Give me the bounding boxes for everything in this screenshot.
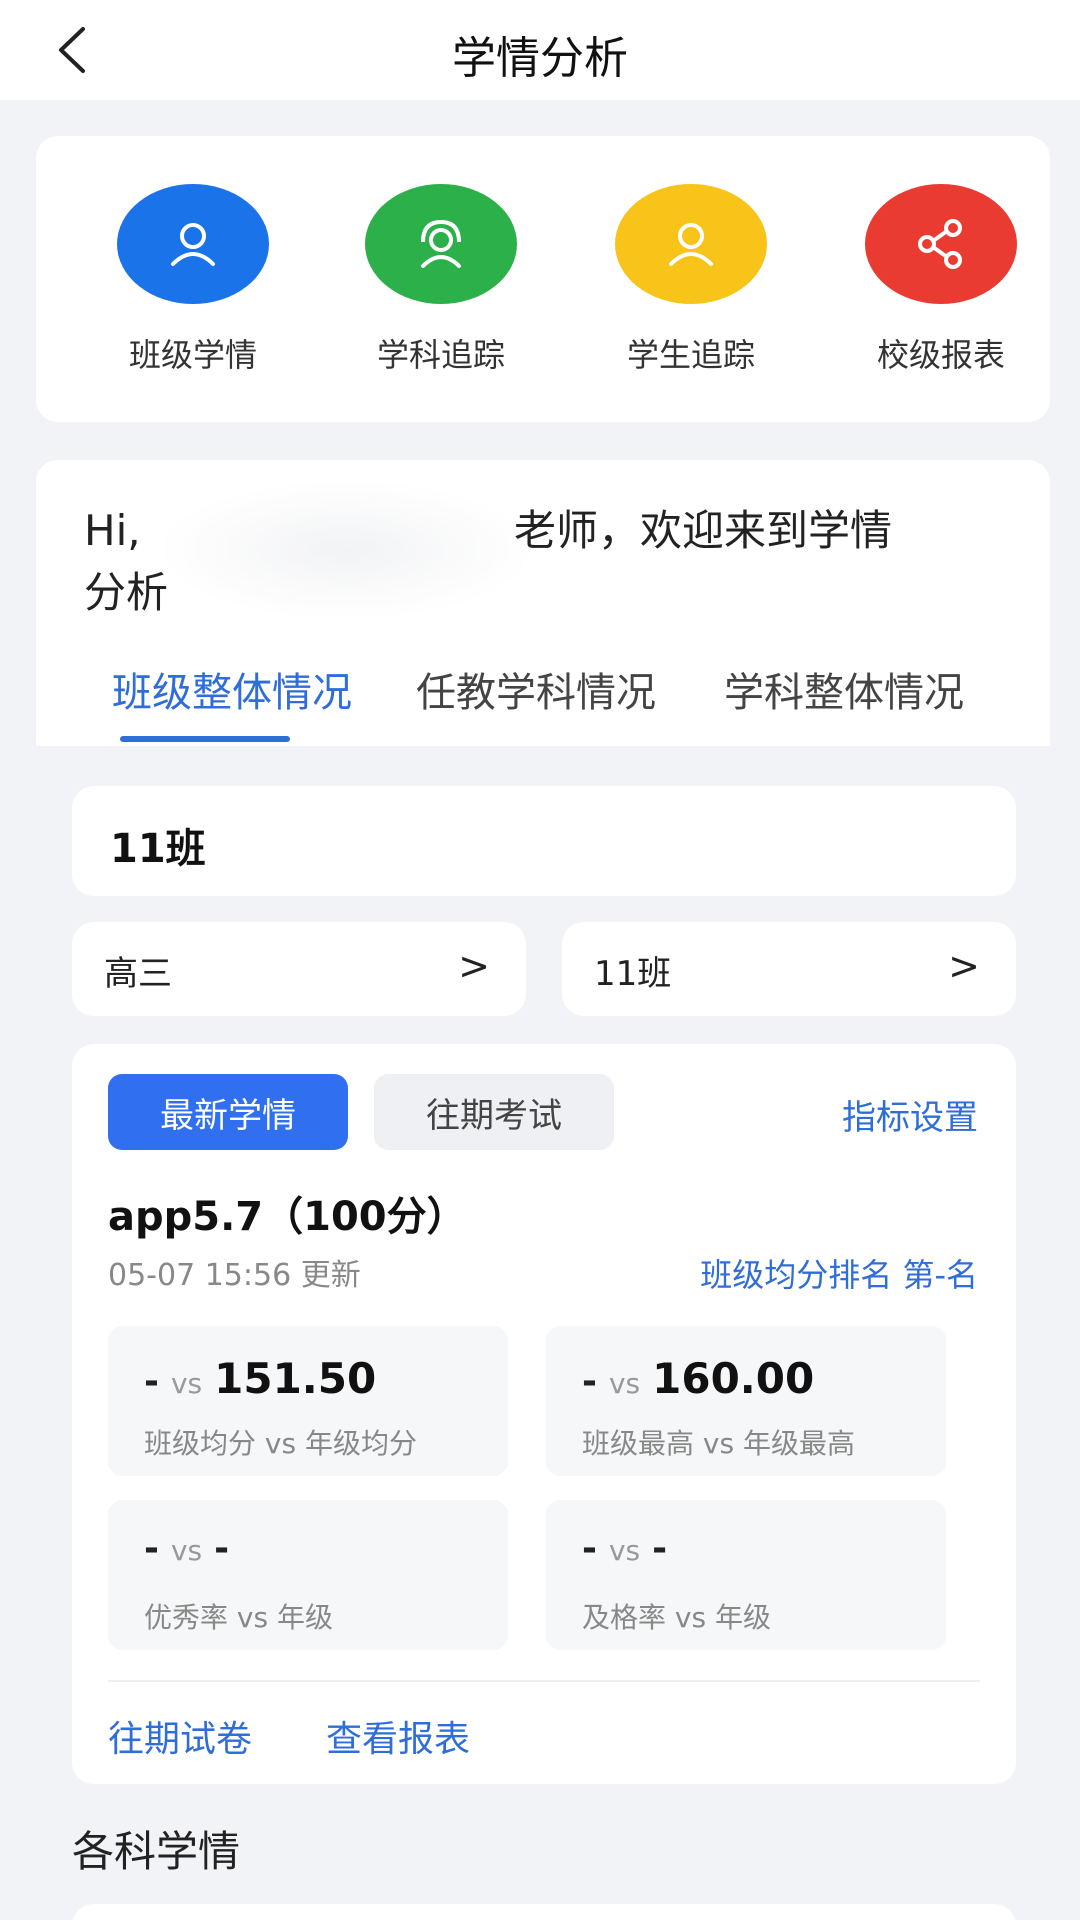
tab-teaching-subject[interactable]: 任教学科情况: [416, 660, 656, 718]
stat-vs: vs: [170, 1534, 203, 1567]
tab-class-overall[interactable]: 班级整体情况: [112, 660, 352, 718]
stat-average: - vs 151.50 班级均分 vs 年级均分: [108, 1326, 508, 1476]
quick-actions-card: 班级学情 学科追踪 学生追踪 校级报表: [36, 136, 1050, 422]
indicator-settings-link[interactable]: 指标设置: [842, 1090, 978, 1139]
stat-caption: 优秀率 vs 年级: [144, 1601, 333, 1634]
school-report-label: 校级报表: [876, 336, 1005, 374]
stat-caption: 及格率 vs 年级: [582, 1601, 771, 1634]
past-exams-button[interactable]: 往期考试: [374, 1074, 614, 1150]
stat-caption: 班级均分 vs 年级均分: [144, 1427, 417, 1460]
top-nav-bar: 学情分析: [0, 0, 1080, 100]
welcome-message: 老师，欢迎来到学情: [514, 506, 893, 555]
grade-selector[interactable]: 高三 >: [72, 922, 526, 1016]
stat-caption: 班级最高 vs 年级最高: [582, 1427, 855, 1460]
stat-highest: - vs 160.00 班级最高 vs 年级最高: [546, 1326, 946, 1476]
stat-vs: vs: [608, 1534, 641, 1567]
class-title: 11班: [110, 826, 206, 872]
subject-tracking-label: 学科追踪: [376, 336, 505, 374]
welcome-message-line2: 分析: [84, 568, 169, 617]
stat-grade-value: 160.00: [652, 1354, 815, 1403]
stat-vs: vs: [608, 1367, 641, 1400]
school-report-button[interactable]: 校级报表: [826, 184, 1056, 376]
class-analysis-button[interactable]: 班级学情: [78, 184, 308, 376]
exam-title: app5.7（100分）: [108, 1194, 467, 1240]
stat-class-value: -: [582, 1361, 597, 1402]
class-selector[interactable]: 11班 >: [562, 922, 1016, 1016]
latest-analysis-button[interactable]: 最新学情: [108, 1074, 348, 1150]
active-tab-indicator: [120, 736, 290, 742]
student-tracking-label: 学生追踪: [626, 336, 755, 374]
section-title-subjects: 各科学情: [72, 1827, 241, 1876]
redacted-name: [156, 480, 536, 620]
page-title: 学情分析: [452, 33, 628, 84]
stat-pass-rate: - vs - 及格率 vs 年级: [546, 1500, 946, 1650]
class-title-card: 11班: [72, 786, 1016, 896]
user-icon: [615, 184, 767, 304]
welcome-card: Hi, 老师，欢迎来到学情 分析 班级整体情况 任教学科情况 学科整体情况: [36, 460, 1050, 746]
class-rank: 班级均分排名 第-名: [700, 1256, 978, 1294]
stat-grade-value: -: [652, 1528, 668, 1569]
student-tracking-button[interactable]: 学生追踪: [576, 184, 806, 376]
share-icon: [865, 184, 1017, 304]
subject-tracking-button[interactable]: 学科追踪: [326, 184, 556, 376]
divider: [108, 1680, 980, 1682]
analysis-card: 最新学情 往期考试 指标设置 app5.7（100分） 05-07 15:56 …: [72, 1044, 1016, 1784]
grade-value: 高三: [104, 954, 172, 994]
stat-vs: vs: [170, 1367, 203, 1400]
user-icon: [117, 184, 269, 304]
class-analysis-label: 班级学情: [128, 336, 257, 374]
stat-grade-value: 151.50: [214, 1354, 377, 1403]
chevron-right-icon: >: [948, 944, 980, 988]
stat-grade-value: -: [214, 1528, 230, 1569]
stat-excellent-rate: - vs - 优秀率 vs 年级: [108, 1500, 508, 1650]
headset-user-icon: [365, 184, 517, 304]
welcome-greeting: Hi,: [84, 506, 141, 555]
view-report-link[interactable]: 查看报表: [326, 1710, 470, 1762]
tab-subject-overall[interactable]: 学科整体情况: [724, 660, 964, 718]
class-value: 11班: [594, 954, 672, 994]
update-time: 05-07 15:56 更新: [108, 1258, 361, 1293]
stat-class-value: -: [144, 1361, 159, 1402]
subject-card-partial: [72, 1904, 1016, 1920]
stat-class-value: -: [144, 1528, 159, 1569]
stat-class-value: -: [582, 1528, 597, 1569]
chevron-right-icon: >: [458, 944, 490, 988]
past-papers-link[interactable]: 往期试卷: [108, 1710, 252, 1762]
